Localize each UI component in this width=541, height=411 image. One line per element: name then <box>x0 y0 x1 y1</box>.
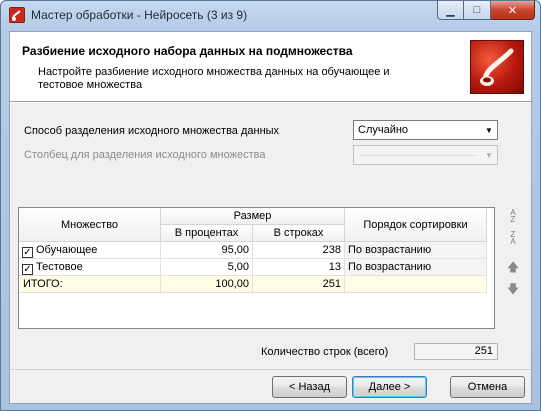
total-percent: 100,00 <box>161 276 253 293</box>
subset-name: Тестовое <box>36 261 83 273</box>
move-up-icon[interactable]: 🡅 <box>505 260 521 276</box>
split-column-label: Столбец для разделения исходного множест… <box>24 149 266 161</box>
minimize-button[interactable]: ▁ <box>437 1 464 20</box>
table-row[interactable]: ✓ Обучающее 95,00 238 По возрастанию <box>19 242 494 259</box>
column-header-set[interactable]: Множество <box>19 208 161 242</box>
chevron-down-icon: ▼ <box>485 150 493 160</box>
row-count-value: 251 <box>414 343 498 360</box>
percent-cell[interactable]: 5,00 <box>161 259 253 276</box>
window-title: Мастер обработки - Нейросеть (3 из 9) <box>31 8 248 22</box>
wizard-body: Способ разделения исходного множества да… <box>10 103 531 369</box>
sort-order-cell[interactable]: По возрастанию <box>345 242 487 259</box>
subsets-grid: Множество Размер В процентах В строках П… <box>18 207 495 329</box>
split-column-select[interactable]: ▼ <box>353 145 498 165</box>
move-down-icon[interactable]: 🡇 <box>505 282 521 298</box>
subset-checkbox[interactable]: ✓ <box>22 264 33 275</box>
sort-descending-icon[interactable]: ZA <box>505 230 521 246</box>
window-controls: ▁ □ ✕ <box>437 1 535 21</box>
wizard-window: Мастер обработки - Нейросеть (3 из 9) ▁ … <box>0 0 541 411</box>
row-count-label: Количество строк (всего) <box>261 346 389 358</box>
column-header-percent[interactable]: В процентах <box>161 225 253 242</box>
sort-ascending-icon[interactable]: AZ <box>505 208 521 224</box>
maximize-button[interactable]: □ <box>464 1 491 20</box>
pipe-logo-icon <box>470 40 524 94</box>
subset-name-cell[interactable]: ✓ Обучающее <box>19 242 161 259</box>
back-button[interactable]: < Назад <box>272 376 347 398</box>
split-method-select[interactable]: Случайно ▼ <box>353 120 498 140</box>
wizard-footer: < Назад Далее > Отмена <box>10 369 531 403</box>
split-method-label: Способ разделения исходного множества да… <box>24 125 280 137</box>
subset-checkbox[interactable]: ✓ <box>22 247 33 258</box>
page-description: Настройте разбиение исходного множества … <box>38 66 390 91</box>
title-bar[interactable]: Мастер обработки - Нейросеть (3 из 9) ▁ … <box>1 1 540 29</box>
subset-name: Обучающее <box>36 244 98 256</box>
percent-cell[interactable]: 95,00 <box>161 242 253 259</box>
total-sort <box>345 276 487 293</box>
chevron-down-icon: ▼ <box>485 125 493 135</box>
column-header-size: Размер <box>161 208 345 225</box>
column-header-sort[interactable]: Порядок сортировки <box>345 208 487 242</box>
cancel-button[interactable]: Отмена <box>450 376 525 398</box>
close-button[interactable]: ✕ <box>491 1 535 20</box>
wizard-header: Разбиение исходного набора данных на под… <box>10 32 531 102</box>
rows-cell[interactable]: 238 <box>253 242 345 259</box>
rows-cell[interactable]: 13 <box>253 259 345 276</box>
column-header-rows[interactable]: В строках <box>253 225 345 242</box>
next-button[interactable]: Далее > <box>352 376 427 398</box>
subset-name-cell[interactable]: ✓ Тестовое <box>19 259 161 276</box>
table-row[interactable]: ✓ Тестовое 5,00 13 По возрастанию <box>19 259 494 276</box>
sort-order-cell[interactable]: По возрастанию <box>345 259 487 276</box>
total-row: ИТОГО: 100,00 251 <box>19 276 494 293</box>
total-rows: 251 <box>253 276 345 293</box>
total-label: ИТОГО: <box>19 276 161 293</box>
page-title: Разбиение исходного набора данных на под… <box>22 44 353 58</box>
split-method-value: Случайно <box>358 124 409 136</box>
pipe-logo-icon <box>9 7 25 23</box>
wizard-client: Разбиение исходного набора данных на под… <box>9 31 532 404</box>
